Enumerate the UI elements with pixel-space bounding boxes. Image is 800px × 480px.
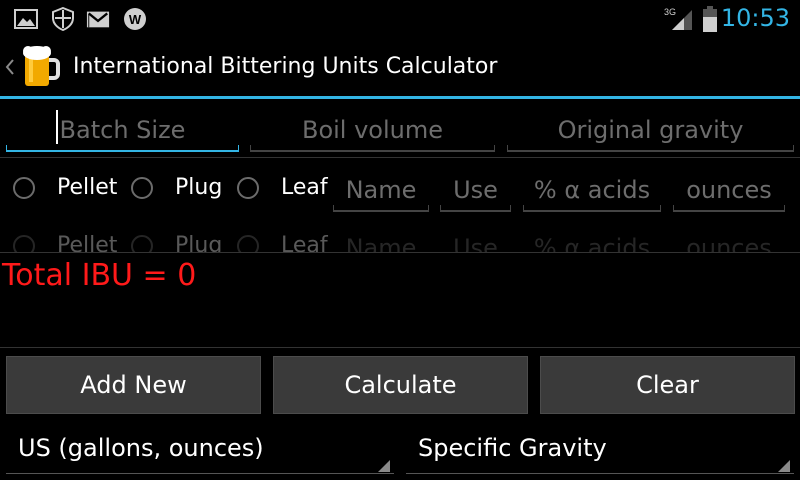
original-gravity-field[interactable]: Original gravity (507, 102, 794, 152)
signal-icon: 3G (664, 7, 692, 30)
hop-use-underline (440, 205, 511, 212)
hop-use-field[interactable]: Use (440, 220, 511, 252)
svg-text:W: W (129, 12, 142, 27)
hop-acids-underline (523, 205, 661, 212)
units-spinner[interactable]: US (gallons, ounces) (6, 428, 394, 476)
units-spinner-value: US (gallons, ounces) (18, 434, 264, 462)
hop-name-placeholder: Name (345, 176, 417, 204)
hop-ounces-placeholder: ounces (686, 234, 772, 252)
clock: 10:53 (720, 4, 790, 32)
pellet-label: Pellet (57, 175, 118, 200)
pellet-radio[interactable] (13, 235, 35, 252)
hop-list[interactable]: Pellet Plug Leaf Name Use % α acids ounc… (0, 158, 800, 252)
beer-mug-icon (23, 46, 60, 86)
hop-ounces-field[interactable]: ounces (673, 162, 785, 212)
hop-use-placeholder: Use (453, 176, 498, 204)
batch-size-field[interactable]: Batch Size (6, 102, 239, 152)
original-gravity-placeholder: Original gravity (557, 116, 744, 144)
batch-size-underline (6, 145, 239, 152)
hop-acids-placeholder: % α acids (533, 234, 651, 252)
pellet-radio[interactable] (13, 177, 35, 199)
up-navigation[interactable] (0, 38, 64, 96)
gmail-icon (86, 11, 110, 28)
whatsapp-icon: W (124, 8, 146, 30)
boil-volume-placeholder: Boil volume (301, 116, 444, 144)
gravity-spinner[interactable]: Specific Gravity (406, 428, 794, 476)
dropdown-arrow-icon (378, 460, 390, 472)
chevron-left-icon (5, 59, 14, 75)
leaf-label: Leaf (281, 233, 328, 252)
hop-acids-field[interactable]: % α acids (523, 220, 661, 252)
shield-icon (52, 7, 74, 31)
gravity-spinner-underline (406, 473, 794, 474)
hop-use-placeholder: Use (453, 234, 498, 252)
plug-label: Plug (175, 233, 223, 252)
pellet-label: Pellet (57, 233, 118, 252)
gravity-spinner-value: Specific Gravity (418, 434, 607, 462)
hop-row: Pellet Plug Leaf Name Use % α acids ounc… (0, 158, 800, 218)
calculate-button[interactable]: Calculate (273, 356, 528, 414)
hop-name-field[interactable]: Name (333, 220, 429, 252)
hop-row: Pellet Plug Leaf Name Use % α acids ounc… (0, 216, 800, 252)
hop-ounces-field[interactable]: ounces (673, 220, 785, 252)
hop-name-underline (333, 205, 429, 212)
leaf-radio[interactable] (237, 177, 259, 199)
total-ibu: Total IBU = 0 (2, 258, 197, 293)
leaf-label: Leaf (281, 175, 328, 200)
hop-use-field[interactable]: Use (440, 162, 511, 212)
original-gravity-underline (507, 145, 794, 152)
boil-volume-field[interactable]: Boil volume (250, 102, 495, 152)
divider (0, 347, 800, 348)
hop-ounces-placeholder: ounces (686, 176, 772, 204)
add-new-button[interactable]: Add New (6, 356, 261, 414)
clear-button[interactable]: Clear (540, 356, 795, 414)
battery-icon (703, 6, 717, 32)
divider (0, 252, 800, 253)
hop-name-field[interactable]: Name (333, 162, 429, 212)
text-cursor (56, 110, 58, 144)
leaf-radio[interactable] (237, 235, 259, 252)
hop-acids-placeholder: % α acids (533, 176, 651, 204)
plug-radio[interactable] (131, 177, 153, 199)
status-bar: W 3G 10:53 (0, 0, 800, 38)
hop-name-placeholder: Name (345, 234, 417, 252)
plug-label: Plug (175, 175, 223, 200)
image-icon (14, 9, 38, 29)
hop-ounces-underline (673, 205, 785, 212)
svg-text:3G: 3G (664, 7, 676, 17)
plug-radio[interactable] (131, 235, 153, 252)
boil-volume-underline (250, 145, 495, 152)
action-bar: International Bittering Units Calculator (0, 38, 800, 99)
dropdown-arrow-icon (778, 460, 790, 472)
units-spinner-underline (6, 473, 394, 474)
app-title: International Bittering Units Calculator (73, 54, 498, 79)
hop-acids-field[interactable]: % α acids (523, 162, 661, 212)
batch-size-placeholder: Batch Size (59, 116, 186, 144)
